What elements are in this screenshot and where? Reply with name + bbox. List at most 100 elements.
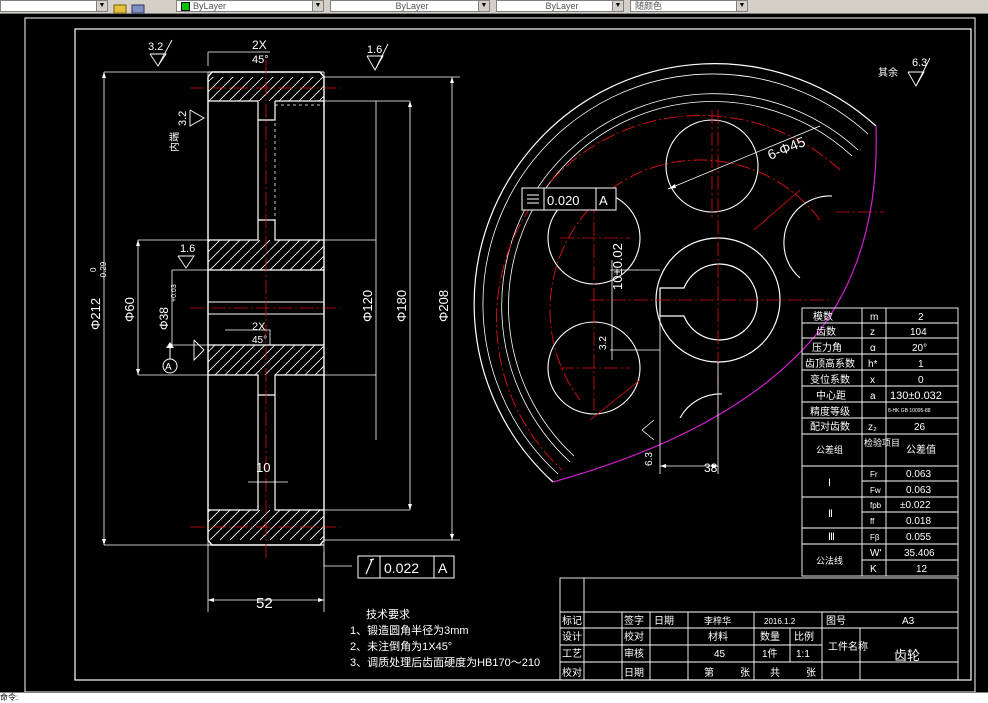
check-value: 12 [916,564,928,575]
plotstyle-combo[interactable]: 随颜色 ▼ [630,0,748,12]
datum-label: A [165,362,172,373]
runout-value: 0.022 [384,560,419,576]
dim-outer-diameter: Φ212 [88,298,103,330]
tech-item: 2、未注倒角为1X45° [350,639,452,653]
tb-drawing-no-label: 图号 [826,615,846,627]
tb-part-name-label: 工件名称 [828,640,868,653]
check-value: 0.063 [906,485,931,496]
tb-sheet-unit: 张 [740,667,750,679]
tb-part-name: 齿轮 [894,648,920,663]
chevron-down-icon[interactable]: ▼ [478,1,489,11]
tb-material-label: 材料 [708,630,728,643]
chevron-down-icon[interactable]: ▼ [96,1,107,11]
tb-sheet-label: 第 [704,666,714,679]
param-name: 压力角 [812,341,842,354]
param-value: 130±0.032 [890,390,942,402]
dim-root-diameter: Φ208 [436,290,451,322]
tb-designer: 李梓华 [704,615,731,626]
tech-item: 3、调质处理后齿面硬度为HB170～210 [350,655,540,669]
dim-outer-tol-dn: -0.29 [99,261,108,280]
tb-approve-label: 日期 [624,667,644,679]
param-sym: m [870,312,878,323]
dim-hub-diameter: Φ60 [122,297,137,322]
tech-requirements: 技术要求 1、锻造圆角半径为3mm 2、未注倒角为1X45° 3、调质处理后齿面… [350,608,540,669]
roughness-label: 6.3 [644,452,655,466]
param-value: 0 [918,375,924,386]
chevron-down-icon[interactable]: ▼ [736,1,747,11]
roughness-label: 3.2 [598,336,609,350]
dim-bore-diameter: Φ38 [157,307,171,330]
tb-design-label: 设计 [562,630,582,643]
tb-design-date: 2016.1.2 [764,617,796,626]
check-value: ±0.022 [900,500,931,511]
param-name: 齿顶高系数 [805,357,855,370]
tolerance-group: Ⅱ [828,509,833,520]
tb-sign-label: 签字 [624,614,644,627]
param-value: 26 [914,422,926,433]
tb-scale-label: 比例 [794,630,814,643]
chamfer-top-label: 2X [252,38,267,52]
symmetry-value: 0.020 [547,193,580,208]
check-value: 0.063 [906,469,931,480]
linetype-combo[interactable]: ByLayer ▼ [330,0,490,12]
properties-toolbar: ▼ ByLayer ▼ ByLayer ▼ ByLayer ▼ 随颜色 ▼ [0,0,988,14]
param-sym: z [870,327,875,338]
tb-mark-label: 标记 [562,615,582,627]
param-value: 20° [912,343,927,354]
param-value: 2 [918,312,924,323]
check-sym: W' [870,548,881,559]
check-sym: fpb [870,501,882,510]
chevron-down-icon[interactable]: ▼ [612,1,623,11]
layer-tools-icon[interactable] [112,0,162,14]
param-sym: α [870,343,876,354]
dim-web-diameter: Φ180 [394,290,409,322]
color-swatch-icon [181,2,190,11]
roughness-label: 1.6 [367,44,382,56]
param-sym: a [870,391,876,402]
dim-face-width: 52 [256,595,273,612]
check-value: 35.406 [904,548,935,559]
command-line[interactable]: 命令: [0,692,988,703]
keyway-depth-dim: 38 [704,461,718,475]
roughness-other-value: 6.3 [912,57,927,69]
check-sym: K [870,564,877,575]
layer-combo[interactable]: ▼ [0,0,108,12]
tb-process-label: 工艺 [562,648,582,660]
chevron-down-icon[interactable]: ▼ [312,1,323,11]
tb-total-label: 共 [770,667,780,679]
dim-bore-tol: +0.03 [171,284,178,302]
tech-item: 1、锻造圆角半径为3mm [350,623,469,637]
tb-check-label: 校对 [562,666,582,679]
param-sym: z₂ [868,422,877,433]
tb-date-label: 日期 [654,615,674,627]
tb-qty: 1件 [762,648,778,660]
drawing-canvas[interactable]: 2X 45° 3.2 1.6 3.2 1.6 内端 Φ212 0 -0.29 Φ… [0,14,988,692]
tech-title: 技术要求 [366,608,410,621]
symmetry-datum: A [599,193,608,208]
tolerance-group: Ⅰ [828,478,831,489]
inner-end-label: 内端 [168,132,181,152]
check-sym: ff [870,517,875,526]
color-combo[interactable]: ByLayer ▼ [176,0,324,12]
gear-front-view [473,63,884,483]
check-sym: Fw [870,486,881,495]
runout-datum: A [438,560,448,576]
param-name: 齿数 [816,325,836,338]
param-sym: x [870,375,875,386]
title-block: 标记 签字 日期 李梓华 2016.1.2 图号 A3 设计 校对 材料 数量 … [559,577,959,681]
holes-callout: 6-Φ45 [765,133,808,163]
check-value: 0.018 [906,516,931,527]
param-name: 配对齿数 [810,420,850,433]
lineweight-combo[interactable]: ByLayer ▼ [496,0,624,12]
table-head: 公差值 [906,443,936,456]
check-sym: Fr [870,470,878,479]
param-name: 精度等级 [810,405,850,418]
pitch-circle [496,115,841,471]
gear-parameter-table: 模数 m 2 齿数 z 104 压力角 α 20° 齿顶高系数 h* 1 变位系… [801,307,959,577]
roughness-label: 3.2 [148,41,163,53]
tolerance-group: Ⅲ [828,532,835,543]
table-head: 公差组 [816,444,843,455]
lightening-hole-partial [783,195,833,279]
chamfer-top-angle: 45° [252,54,269,66]
roughness-label: 1.6 [180,243,195,255]
